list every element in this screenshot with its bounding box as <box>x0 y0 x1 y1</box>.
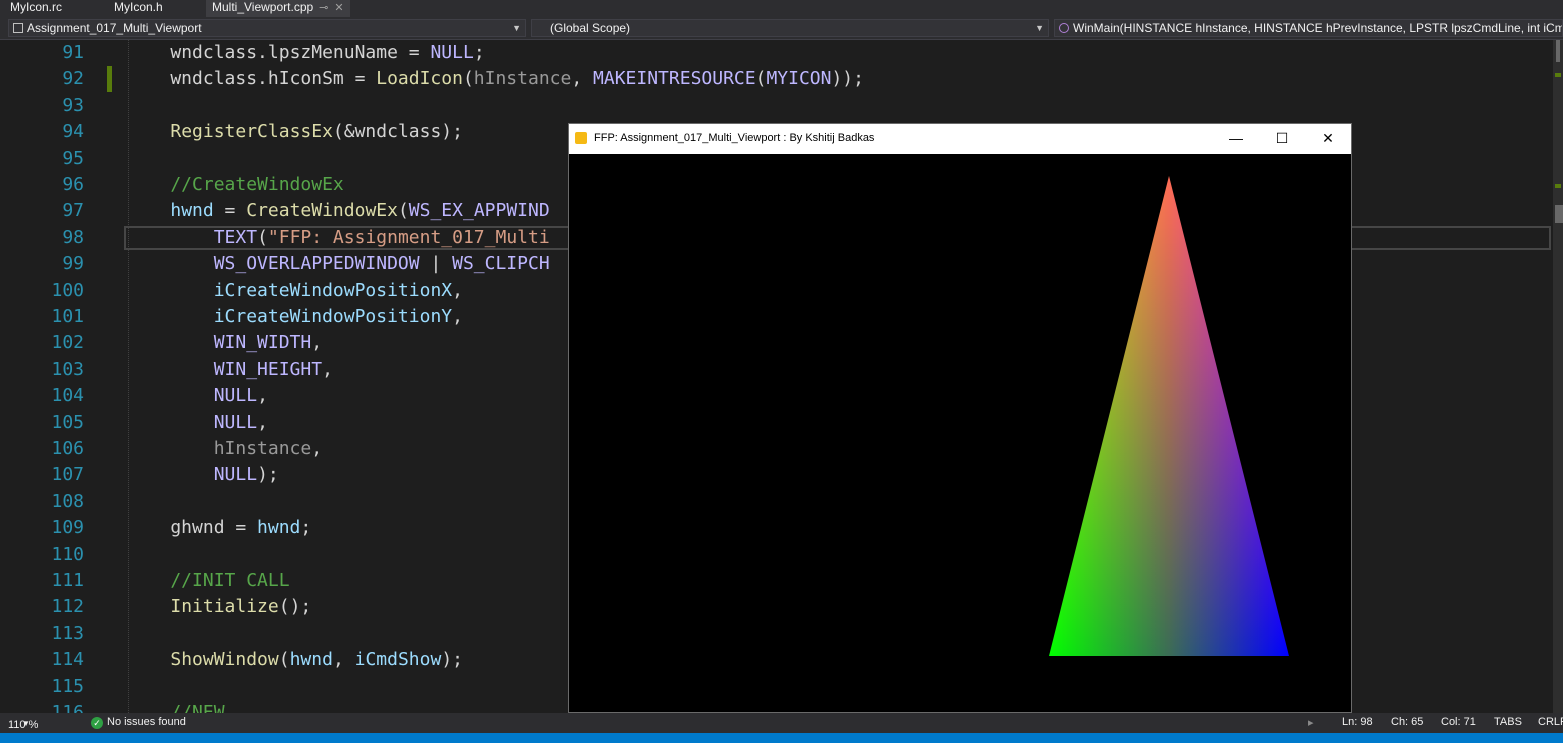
line-number: 95 <box>62 147 84 169</box>
line-number: 105 <box>51 411 84 433</box>
column-indicator[interactable]: Col: 71 <box>1441 716 1476 728</box>
code-text[interactable]: //NEW <box>127 700 224 713</box>
code-text[interactable]: ShowWindow(hwnd, iCmdShow); <box>127 647 463 673</box>
line-number: 92 <box>62 68 84 90</box>
code-text[interactable]: RegisterClassEx(&wndclass); <box>127 119 463 145</box>
maximize-button[interactable]: ☐ <box>1259 124 1305 154</box>
code-line[interactable]: 93 <box>0 93 1553 119</box>
code-text[interactable]: wndclass.lpszMenuName = NULL; <box>127 40 484 66</box>
scroll-change-marker <box>1555 184 1561 188</box>
line-number: 94 <box>62 121 84 143</box>
ffp-app-window[interactable]: FFP: Assignment_017_Multi_Viewport : By … <box>568 123 1352 713</box>
tab-myicon-h[interactable]: MyIcon.h <box>114 0 163 17</box>
tabs-indicator[interactable]: TABS <box>1494 716 1522 728</box>
line-number: 99 <box>62 253 84 275</box>
function-icon <box>1059 23 1069 33</box>
line-number: 93 <box>62 94 84 116</box>
line-number: 100 <box>51 279 84 301</box>
project-dropdown[interactable]: Assignment_017_Multi_Viewport ▼ <box>8 19 526 37</box>
line-number: 98 <box>62 226 84 248</box>
app-icon <box>575 132 587 144</box>
line-number: 110 <box>51 543 84 565</box>
tab-label: MyIcon.h <box>114 0 163 14</box>
line-number: 96 <box>62 174 84 195</box>
scope-name: (Global Scope) <box>550 21 631 35</box>
scrollbar-thumb[interactable] <box>1556 40 1560 62</box>
vertical-scrollbar[interactable] <box>1553 40 1563 713</box>
chevron-down-icon: ▼ <box>1035 23 1044 33</box>
code-text[interactable]: iCreateWindowPositionY, <box>127 304 463 330</box>
line-number: 107 <box>51 464 84 486</box>
issues-status[interactable]: No issues found <box>107 716 186 728</box>
line-number: 111 <box>51 570 84 591</box>
window-title-bar[interactable]: FFP: Assignment_017_Multi_Viewport : By … <box>569 124 1351 154</box>
code-text[interactable]: WS_OVERLAPPEDWINDOW | WS_CLIPCH <box>127 251 550 277</box>
line-number: 104 <box>51 385 84 407</box>
line-number: 114 <box>51 649 84 671</box>
code-line[interactable]: 92 wndclass.hIconSm = LoadIcon(hInstance… <box>0 66 1553 92</box>
line-number: 115 <box>51 675 84 697</box>
navigation-bar: Assignment_017_Multi_Viewport ▼ (Global … <box>0 17 1563 40</box>
project-name: Assignment_017_Multi_Viewport <box>27 21 202 35</box>
code-text[interactable]: hInstance, <box>127 436 322 462</box>
line-number: 112 <box>51 596 84 618</box>
line-number: 101 <box>51 306 84 327</box>
tab-bar: MyIcon.rc MyIcon.h Multi_Viewport.cpp ⊸ ✕ <box>0 0 1563 17</box>
code-text[interactable]: TEXT("FFP: Assignment_017_Multi <box>127 225 550 251</box>
scroll-change-marker <box>1555 73 1561 77</box>
tab-label: Multi_Viewport.cpp <box>212 0 314 14</box>
code-text[interactable]: ghwnd = hwnd; <box>127 515 311 541</box>
scope-dropdown[interactable]: (Global Scope) ▼ <box>531 19 1049 37</box>
line-number: 102 <box>51 332 84 354</box>
line-number: 91 <box>62 42 84 63</box>
close-button[interactable]: ✕ <box>1305 124 1351 154</box>
tab-myicon-rc[interactable]: MyIcon.rc <box>10 0 62 17</box>
code-text[interactable]: NULL, <box>127 383 268 409</box>
scroll-right-icon[interactable]: ▸ <box>1308 716 1314 729</box>
char-indicator[interactable]: Ch: 65 <box>1391 716 1423 728</box>
window-title: FFP: Assignment_017_Multi_Viewport : By … <box>594 132 875 144</box>
triangle-render <box>1049 176 1289 656</box>
triangle-top <box>1049 176 1289 656</box>
code-text[interactable]: Initialize(); <box>127 594 311 620</box>
line-number: 106 <box>51 438 84 459</box>
code-text[interactable]: NULL, <box>127 410 268 436</box>
tab-label: MyIcon.rc <box>10 0 63 14</box>
function-dropdown[interactable]: WinMain(HINSTANCE hInstance, HINSTANCE h… <box>1054 19 1563 37</box>
chevron-down-icon: ▼ <box>22 719 30 728</box>
pin-icon[interactable]: ⊸ <box>319 2 328 14</box>
status-bar: 110 % ▼ ✓ No issues found ▸ Ln: 98 Ch: 65… <box>0 713 1563 733</box>
code-text[interactable]: //INIT CALL <box>127 568 289 594</box>
close-icon[interactable]: ✕ <box>334 2 343 14</box>
line-number: 109 <box>51 517 84 539</box>
chevron-down-icon: ▼ <box>512 23 521 33</box>
line-number: 116 <box>51 702 84 713</box>
bottom-accent-bar <box>0 733 1563 743</box>
check-circle-icon: ✓ <box>91 717 103 729</box>
function-name: WinMain(HINSTANCE hInstance, HINSTANCE h… <box>1073 21 1563 35</box>
project-icon <box>13 23 23 33</box>
line-number: 103 <box>51 358 84 380</box>
minimize-button[interactable]: — <box>1213 124 1259 154</box>
code-line[interactable]: 91 wndclass.lpszMenuName = NULL; <box>0 40 1553 66</box>
line-indicator[interactable]: Ln: 98 <box>1342 716 1373 728</box>
line-number: 113 <box>51 622 84 644</box>
code-text[interactable]: //CreateWindowEx <box>127 172 343 198</box>
code-text[interactable]: NULL); <box>127 462 279 488</box>
line-number: 108 <box>51 490 84 512</box>
tab-multi-viewport-cpp[interactable]: Multi_Viewport.cpp ⊸ ✕ <box>206 0 350 17</box>
opengl-viewport <box>569 154 1351 712</box>
scroll-caret-marker <box>1555 205 1563 223</box>
code-text[interactable]: iCreateWindowPositionX, <box>127 278 463 304</box>
code-text[interactable]: wndclass.hIconSm = LoadIcon(hInstance, M… <box>127 66 864 92</box>
code-text[interactable]: WIN_HEIGHT, <box>127 357 333 383</box>
line-ending-indicator[interactable]: CRLF <box>1538 716 1563 728</box>
line-number: 97 <box>62 200 84 222</box>
code-text[interactable]: hwnd = CreateWindowEx(WS_EX_APPWIND <box>127 198 549 224</box>
code-text[interactable]: WIN_WIDTH, <box>127 330 322 356</box>
